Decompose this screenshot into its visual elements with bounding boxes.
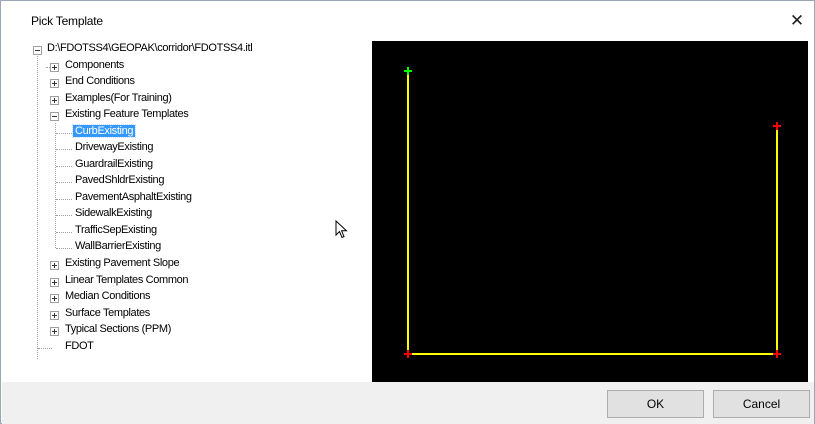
tree-item-sidewalk-existing[interactable]: SidewalkExisting xyxy=(73,207,154,219)
tree-connector xyxy=(56,149,72,150)
tree-connector xyxy=(56,232,72,233)
root-collapse-icon[interactable] xyxy=(33,46,42,55)
template-preview[interactable] xyxy=(372,41,808,382)
ok-button[interactable]: OK xyxy=(607,390,704,418)
tree-item-surface-templates[interactable]: Surface Templates xyxy=(63,307,152,319)
tree-item-linear-templates-common[interactable]: Linear Templates Common xyxy=(63,274,190,286)
tree-item-typical-sections[interactable]: Typical Sections (PPM) xyxy=(63,323,173,335)
tree-item-existing-feature-templates[interactable]: Existing Feature Templates xyxy=(63,108,190,120)
tree-connector xyxy=(56,166,72,167)
tree-connector xyxy=(56,133,72,134)
mouse-cursor-icon xyxy=(335,220,348,239)
template-outline xyxy=(407,71,778,355)
tree-item-median-conditions[interactable]: Median Conditions xyxy=(63,290,152,302)
tree-root-label[interactable]: D:\FDOTSS4\GEOPAK\corridor\FDOTSS4.itl xyxy=(45,42,254,54)
tree-item-guardrail-existing[interactable]: GuardrailExisting xyxy=(73,158,155,170)
tree-connector xyxy=(56,215,72,216)
dialog-footer: OK Cancel xyxy=(2,382,814,424)
tree-item-components[interactable]: Components xyxy=(63,59,126,71)
tree-item-paved-shldr-existing[interactable]: PavedShldrExisting xyxy=(73,174,166,186)
end-point-icon xyxy=(773,122,781,130)
pick-template-dialog: Pick Template ✕ D:\FDOTSS4\GEOPAK\corrid… xyxy=(0,0,815,424)
tree-item-driveway-existing[interactable]: DrivewayExisting xyxy=(73,141,155,153)
expand-icon[interactable] xyxy=(50,79,59,88)
tree-item-existing-pavement-slope[interactable]: Existing Pavement Slope xyxy=(63,257,181,269)
dialog-title: Pick Template xyxy=(31,14,103,28)
expand-icon[interactable] xyxy=(50,311,59,320)
collapse-icon[interactable] xyxy=(50,112,59,121)
tree-item-wall-barrier-existing[interactable]: WallBarrierExisting xyxy=(73,240,163,252)
tree-guide-line xyxy=(37,56,38,359)
tree-connector xyxy=(56,199,72,200)
tree-item-examples[interactable]: Examples(For Training) xyxy=(63,92,174,104)
template-tree[interactable]: D:\FDOTSS4\GEOPAK\corridor\FDOTSS4.itl C… xyxy=(31,41,366,381)
tree-connector xyxy=(56,248,72,249)
title-bar: Pick Template ✕ xyxy=(1,1,814,35)
child-guide-line xyxy=(55,123,56,248)
end-point-icon xyxy=(773,350,781,358)
tree-item-pavement-asphalt-existing[interactable]: PavementAsphaltExisting xyxy=(73,191,194,203)
tree-item-curb-existing[interactable]: CurbExisting xyxy=(71,124,137,138)
tree-connector xyxy=(56,182,72,183)
expand-icon[interactable] xyxy=(50,327,59,336)
template-preview-canvas xyxy=(404,67,781,358)
end-point-icon xyxy=(404,350,412,358)
tree-item-traffic-sep-existing[interactable]: TrafficSepExisting xyxy=(73,224,159,236)
expand-icon[interactable] xyxy=(50,294,59,303)
expand-icon[interactable] xyxy=(50,261,59,270)
expand-icon[interactable] xyxy=(50,96,59,105)
start-point-icon xyxy=(404,67,412,75)
tree-connector xyxy=(38,348,52,349)
cancel-button[interactable]: Cancel xyxy=(713,390,810,418)
tree-item-end-conditions[interactable]: End Conditions xyxy=(63,75,137,87)
expand-icon[interactable] xyxy=(50,63,59,72)
close-button[interactable]: ✕ xyxy=(784,9,810,33)
tree-item-fdot[interactable]: FDOT xyxy=(63,340,96,352)
expand-icon[interactable] xyxy=(50,278,59,287)
